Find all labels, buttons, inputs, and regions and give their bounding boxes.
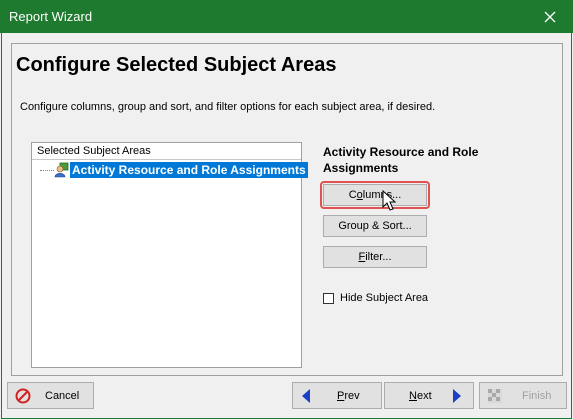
- cancel-button[interactable]: Cancel: [7, 382, 94, 409]
- title-bar: Report Wizard: [0, 0, 573, 33]
- subject-area-label[interactable]: Activity Resource and Role Assignments: [70, 162, 308, 178]
- close-icon: [544, 11, 556, 22]
- page-description: Configure columns, group and sort, and f…: [20, 101, 436, 113]
- finish-button[interactable]: Finish: [479, 382, 567, 409]
- checkered-flag-icon: [488, 388, 502, 403]
- cancel-icon: [15, 388, 31, 403]
- columns-button[interactable]: Columns...: [323, 184, 427, 206]
- hide-subject-area-label: Hide Subject Area: [340, 292, 429, 304]
- mouse-pointer-icon: [382, 190, 397, 211]
- arrow-right-icon: [452, 388, 461, 403]
- window-title: Report Wizard: [9, 9, 93, 24]
- close-button[interactable]: [527, 0, 573, 33]
- tree-connector: [40, 170, 54, 171]
- hide-subject-area-checkbox[interactable]: [323, 292, 334, 304]
- wizard-body: Configure Selected Subject Areas Configu…: [1, 33, 572, 419]
- resource-role-icon: [54, 162, 69, 178]
- subject-area-list[interactable]: Selected Subject Areas Activity Resource…: [31, 142, 308, 368]
- selected-subject-title: Activity Resource and Role Assignments: [323, 145, 479, 175]
- list-header: Selected Subject Areas: [32, 143, 301, 160]
- content-panel: Configure Selected Subject Areas Configu…: [11, 43, 563, 376]
- group-sort-button[interactable]: Group & Sort...: [323, 215, 427, 237]
- filter-button[interactable]: Filter...: [323, 246, 427, 268]
- list-item[interactable]: Activity Resource and Role Assignments: [32, 161, 308, 179]
- arrow-left-icon: [302, 388, 310, 403]
- hide-subject-area-option[interactable]: Hide Subject Area: [323, 291, 428, 305]
- prev-button[interactable]: Prev: [292, 382, 382, 409]
- page-title: Configure Selected Subject Areas: [16, 54, 337, 76]
- next-button[interactable]: Next: [384, 382, 474, 409]
